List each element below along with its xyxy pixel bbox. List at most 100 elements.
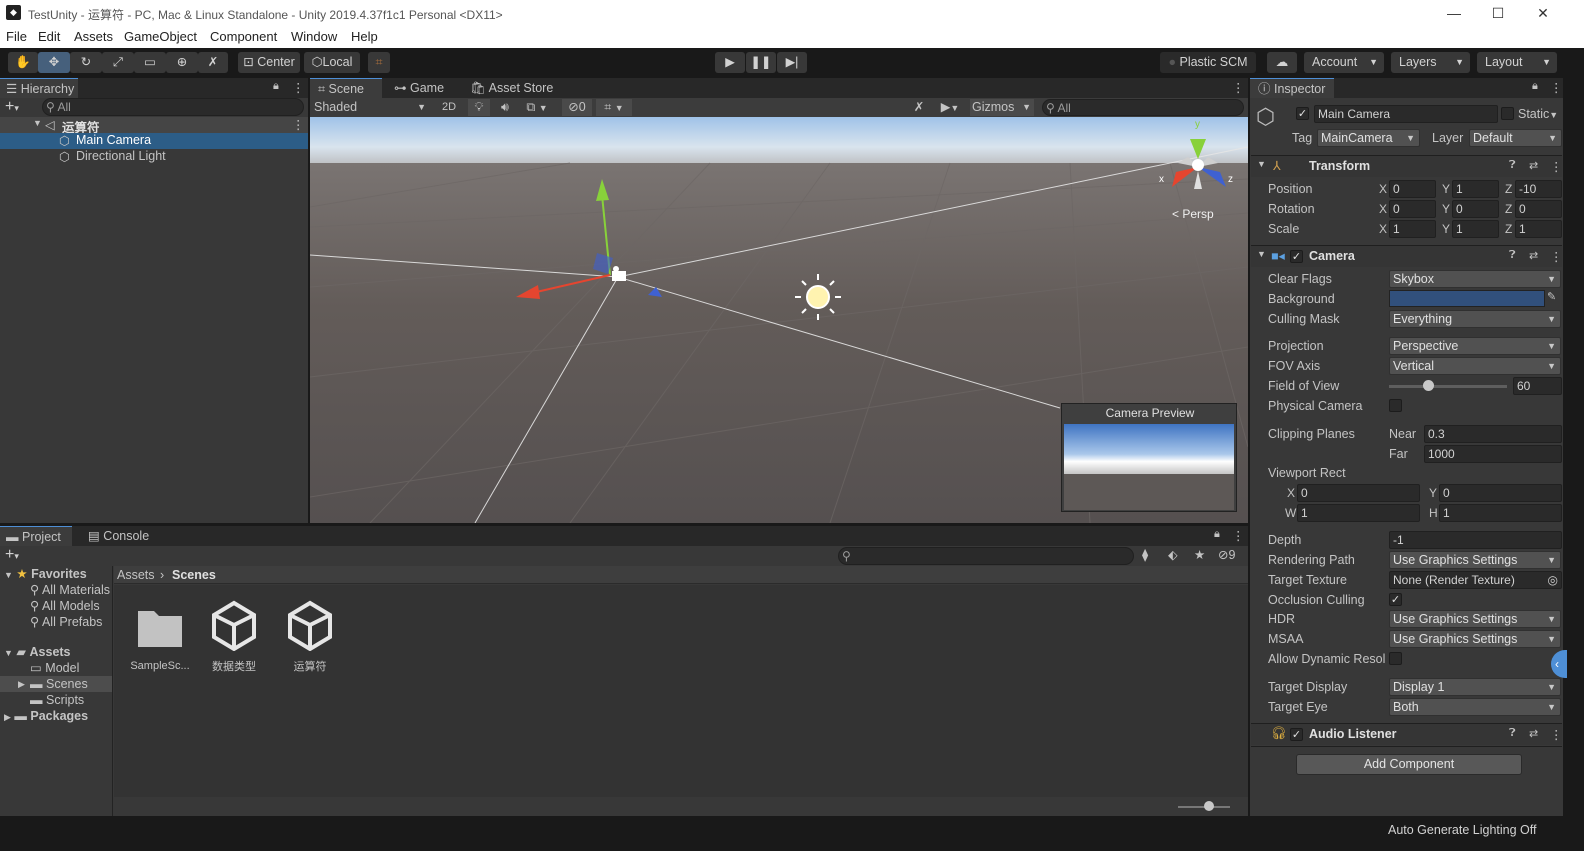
expand-arrow-icon[interactable]: ▼ bbox=[1257, 159, 1266, 169]
filter-label-icon[interactable]: ⬖ bbox=[1168, 547, 1178, 562]
expand-arrow-icon[interactable]: ▼ bbox=[33, 118, 42, 128]
component-menu-icon[interactable]: ⋮ bbox=[1550, 249, 1563, 264]
pause-button[interactable]: ❚❚ bbox=[746, 52, 776, 73]
menu-gameobject[interactable]: GameObject bbox=[124, 29, 197, 44]
fov-axis-dropdown[interactable]: Vertical ▼ bbox=[1389, 357, 1561, 375]
transform-header[interactable]: ▼ ⅄ Transform ❓︎ ⇄ ⋮ bbox=[1251, 155, 1563, 177]
help-icon[interactable]: ❓︎ bbox=[1509, 727, 1516, 740]
camera-enabled-checkbox[interactable]: ✓ bbox=[1290, 250, 1303, 263]
pivot-local-button[interactable]: ⬡Local bbox=[304, 52, 360, 73]
object-name-field[interactable]: Main Camera bbox=[1314, 105, 1498, 123]
tab-console[interactable]: ▤ Console bbox=[88, 526, 158, 546]
create-plus-button[interactable]: +▾ bbox=[5, 98, 19, 116]
breadcrumb-assets[interactable]: Assets bbox=[117, 568, 155, 582]
rendering-path-dropdown[interactable]: Use Graphics Settings ▼ bbox=[1389, 551, 1561, 569]
position-z-field[interactable]: -10 bbox=[1515, 180, 1562, 198]
scene-row[interactable]: ▼ ◁ 运算符 ⋮ bbox=[0, 117, 308, 135]
filter-type-icon[interactable]: ⧫ bbox=[1142, 547, 1148, 562]
rect-tool-button[interactable]: ▭ bbox=[134, 52, 166, 73]
layout-dropdown[interactable]: Layout ▼ bbox=[1477, 52, 1557, 73]
target-display-dropdown[interactable]: Display 1 ▼ bbox=[1389, 678, 1561, 696]
scene-tools-button[interactable]: ✗ bbox=[908, 99, 930, 116]
asset-item-folder[interactable]: SampleSc... bbox=[128, 605, 192, 675]
tree-favorite-item[interactable]: ⚲ All Models bbox=[30, 598, 100, 614]
tree-packages[interactable]: ▶ ▬ Packages bbox=[4, 708, 88, 724]
help-icon[interactable]: ❓︎ bbox=[1509, 159, 1516, 172]
fov-slider-thumb[interactable] bbox=[1422, 380, 1434, 391]
far-field[interactable]: 1000 bbox=[1424, 445, 1562, 463]
lock-icon[interactable]: 🔒︎ bbox=[273, 80, 279, 93]
grid-snap-button[interactable]: ⌗ bbox=[368, 52, 390, 73]
tree-assets[interactable]: ▼ ▰ Assets bbox=[4, 644, 71, 660]
tag-dropdown[interactable]: MainCamera ▼ bbox=[1317, 129, 1420, 147]
minimize-button[interactable]: — bbox=[1441, 3, 1467, 23]
object-picker-icon[interactable]: ◎ bbox=[1548, 572, 1558, 588]
close-button[interactable]: ✕ bbox=[1530, 3, 1556, 23]
hierarchy-item-main-camera[interactable]: ⬡ Main Camera bbox=[0, 133, 308, 149]
account-dropdown[interactable]: Account ▼ bbox=[1304, 52, 1384, 73]
preset-icon[interactable]: ⇄ bbox=[1529, 727, 1538, 740]
menu-component[interactable]: Component bbox=[210, 29, 277, 44]
fov-slider-track[interactable] bbox=[1389, 385, 1507, 388]
static-checkbox[interactable] bbox=[1501, 107, 1514, 120]
expand-arrow-icon[interactable]: ▼ bbox=[1257, 249, 1266, 259]
custom-tool-button[interactable]: ✗ bbox=[198, 52, 228, 73]
scene-search-input[interactable]: ⚲ All bbox=[1042, 99, 1244, 116]
hidden-objects-toggle[interactable]: ⊘0 bbox=[562, 99, 592, 116]
move-tool-button[interactable]: ✥ bbox=[38, 52, 70, 73]
more-menu-icon[interactable]: ⋮ bbox=[1232, 528, 1245, 543]
layers-dropdown[interactable]: Layers ▼ bbox=[1391, 52, 1470, 73]
scale-y-field[interactable]: 1 bbox=[1452, 220, 1499, 238]
dynamic-resolution-checkbox[interactable] bbox=[1389, 652, 1402, 665]
hierarchy-item-directional-light[interactable]: ⬡ Directional Light bbox=[0, 149, 308, 165]
step-button[interactable]: ▶| bbox=[777, 52, 807, 73]
menu-assets[interactable]: Assets bbox=[74, 29, 113, 44]
scale-z-field[interactable]: 1 bbox=[1515, 220, 1562, 238]
target-eye-dropdown[interactable]: Both ▼ bbox=[1389, 698, 1561, 716]
viewport-x-field[interactable]: 0 bbox=[1297, 484, 1420, 502]
tree-favorite-item[interactable]: ⚲ All Prefabs bbox=[30, 614, 102, 630]
near-field[interactable]: 0.3 bbox=[1424, 425, 1562, 443]
tab-asset-store[interactable]: 🛍︎ Asset Store bbox=[470, 78, 570, 98]
static-dropdown[interactable]: Static▼ bbox=[1518, 107, 1558, 121]
menu-file[interactable]: File bbox=[6, 29, 27, 44]
menu-edit[interactable]: Edit bbox=[38, 29, 60, 44]
eyedropper-icon[interactable]: ✎ bbox=[1547, 290, 1556, 303]
camera-settings-dropdown[interactable]: ▶▼ bbox=[934, 99, 966, 116]
depth-field[interactable]: -1 bbox=[1389, 531, 1562, 549]
scene-viewport[interactable]: x z y < Persp Camera Preview bbox=[310, 117, 1248, 523]
tab-scene[interactable]: ⌗ Scene bbox=[310, 78, 382, 98]
physical-camera-checkbox[interactable] bbox=[1389, 399, 1402, 412]
rotate-tool-button[interactable]: ↻ bbox=[70, 52, 102, 73]
rotation-z-field[interactable]: 0 bbox=[1515, 200, 1562, 218]
lock-icon[interactable]: 🔒︎ bbox=[1214, 528, 1220, 541]
asset-item-scene[interactable]: 数据类型 bbox=[202, 599, 266, 675]
audio-toggle[interactable]: 🔊︎ bbox=[494, 99, 516, 116]
tree-folder-scripts[interactable]: ▬ Scripts bbox=[30, 692, 84, 708]
tree-favorites[interactable]: ▼ ★ Favorites bbox=[4, 566, 87, 582]
menu-help[interactable]: Help bbox=[351, 29, 378, 44]
plastic-scm-button[interactable]: ● Plastic SCM bbox=[1160, 52, 1256, 73]
tab-project[interactable]: ▬ Project bbox=[0, 526, 72, 546]
transform-tool-button[interactable]: ⊕ bbox=[166, 52, 198, 73]
tab-hierarchy[interactable]: ☰ Hierarchy bbox=[0, 78, 78, 98]
more-menu-icon[interactable]: ⋮ bbox=[1550, 80, 1563, 95]
culling-mask-dropdown[interactable]: Everything ▼ bbox=[1389, 310, 1561, 328]
menu-window[interactable]: Window bbox=[291, 29, 337, 44]
toggle-2d-button[interactable]: 2D bbox=[438, 99, 460, 116]
audio-listener-checkbox[interactable]: ✓ bbox=[1290, 728, 1303, 741]
icon-size-slider-thumb[interactable] bbox=[1204, 801, 1214, 811]
project-search-input[interactable]: ⚲ bbox=[838, 547, 1134, 565]
tab-game[interactable]: ⊶ Game bbox=[394, 78, 454, 98]
add-component-button[interactable]: Add Component bbox=[1296, 754, 1522, 775]
more-menu-icon[interactable]: ⋮ bbox=[292, 80, 305, 95]
hdr-dropdown[interactable]: Use Graphics Settings ▼ bbox=[1389, 610, 1561, 628]
preset-icon[interactable]: ⇄ bbox=[1529, 249, 1538, 262]
lighting-toggle[interactable]: 💡︎ bbox=[468, 99, 490, 116]
projection-toggle[interactable]: < Persp bbox=[1172, 207, 1214, 221]
viewport-w-field[interactable]: 1 bbox=[1297, 504, 1420, 522]
effects-dropdown[interactable]: ⧉ ▼ bbox=[520, 99, 554, 116]
active-checkbox[interactable]: ✓ bbox=[1296, 107, 1309, 120]
camera-header[interactable]: ▼ ■◂ ✓ Camera ❓︎ ⇄ ⋮ bbox=[1251, 245, 1563, 267]
breadcrumb-scenes[interactable]: Scenes bbox=[172, 568, 216, 582]
